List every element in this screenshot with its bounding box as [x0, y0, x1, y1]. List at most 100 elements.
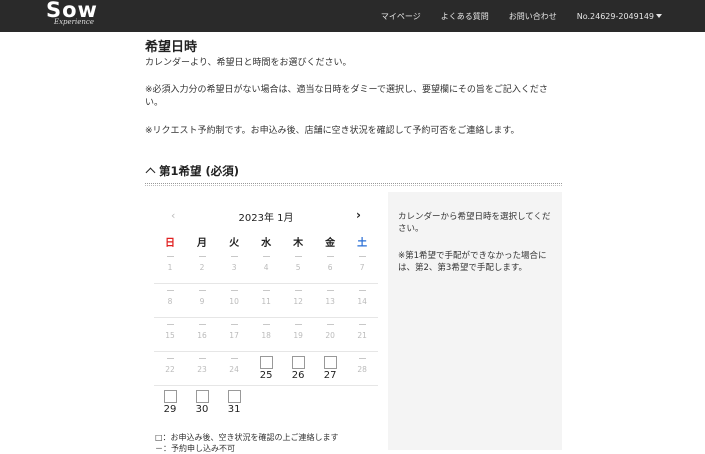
- calendar-day-unavailable: 2: [186, 250, 219, 284]
- divider: [145, 185, 562, 186]
- day-number: 9: [199, 297, 205, 306]
- day-number: 25: [259, 370, 273, 381]
- day-number: 24: [229, 365, 239, 374]
- nav-contact[interactable]: お問い合わせ: [509, 11, 557, 22]
- unavailable-dash: [198, 358, 206, 359]
- calendar-day-unavailable: 22: [154, 351, 187, 386]
- instruction-text-1: カレンダーより、希望日と時間をお選びください。: [145, 58, 352, 68]
- calendar-day-available[interactable]: 30: [186, 386, 218, 420]
- unavailable-dash: [262, 256, 270, 257]
- day-number: 1: [167, 263, 173, 272]
- day-checkbox[interactable]: [195, 390, 209, 403]
- day-number: 2: [199, 263, 205, 272]
- day-number: 13: [325, 297, 335, 306]
- nav-faq[interactable]: よくある質問: [441, 11, 489, 22]
- calendar-day-available[interactable]: 29: [154, 386, 186, 420]
- day-number: 6: [327, 263, 333, 272]
- chevron-up-icon: [145, 167, 156, 178]
- day-number: 19: [293, 331, 303, 340]
- day-number: 11: [261, 297, 271, 306]
- unavailable-dash: [166, 256, 174, 257]
- calendar-day-unavailable: 12: [282, 283, 315, 318]
- day-number: 20: [325, 331, 335, 340]
- empty-cell: [314, 386, 346, 420]
- header-nav: マイページ よくある質問 お問い合わせ No.24629-2049149: [361, 0, 662, 32]
- day-checkbox[interactable]: [259, 356, 273, 369]
- calendar-day-unavailable: 13: [314, 283, 347, 318]
- day-number: 16: [197, 331, 207, 340]
- unavailable-dash: [358, 256, 366, 257]
- calendar-day-unavailable: 14: [346, 283, 378, 318]
- calendar-day-available[interactable]: 26: [282, 351, 315, 386]
- calendar-day-available[interactable]: 31: [218, 386, 250, 420]
- unavailable-dash: [230, 358, 238, 359]
- help-text-1: カレンダーから希望日時を選択してください。: [398, 212, 551, 234]
- day-checkbox[interactable]: [323, 356, 337, 369]
- day-number: 21: [357, 331, 367, 340]
- calendar-day-unavailable: 11: [250, 283, 283, 318]
- unavailable-dash: [166, 358, 174, 359]
- day-number: 12: [293, 297, 303, 306]
- nav-mypage[interactable]: マイページ: [381, 11, 421, 22]
- unavailable-dash: [358, 324, 366, 325]
- unavailable-dash: [294, 290, 302, 291]
- calendar-day-unavailable: 7: [346, 250, 378, 284]
- calendar-day-unavailable: 1: [154, 250, 187, 284]
- weekday-header: 土: [357, 237, 368, 249]
- calendar-help-panel: カレンダーから希望日時を選択してください。 ※第1希望で手配ができなかった場合に…: [388, 192, 562, 450]
- empty-cell: [250, 386, 282, 420]
- next-month-button[interactable]: ›: [356, 208, 361, 222]
- unavailable-dash: [198, 256, 206, 257]
- calendar-day-unavailable: 6: [314, 250, 347, 284]
- top-navbar: Sow Experience マイページ よくある質問 お問い合わせ No.24…: [0, 0, 705, 32]
- weekday-header: 日: [165, 237, 176, 249]
- unavailable-dash: [326, 324, 334, 325]
- day-checkbox[interactable]: [291, 356, 305, 369]
- calendar-day-unavailable: 4: [250, 250, 283, 284]
- unavailable-dash: [166, 324, 174, 325]
- day-number: 15: [165, 331, 175, 340]
- calendar-day-available[interactable]: 25: [250, 351, 283, 386]
- account-menu[interactable]: No.24629-2049149: [577, 12, 662, 21]
- sow-logo[interactable]: Sow Experience: [46, 0, 106, 32]
- day-number: 7: [359, 263, 365, 272]
- weekday-header: 月: [197, 237, 208, 249]
- caret-down-icon: [656, 14, 662, 18]
- day-number: 18: [261, 331, 271, 340]
- day-checkbox[interactable]: [163, 390, 177, 403]
- account-number: No.24629-2049149: [576, 11, 654, 21]
- calendar-day-unavailable: 21: [346, 317, 378, 352]
- day-number: 22: [165, 365, 175, 374]
- legend-available: □：お申込み後、空き状況を確認の上ご連絡します: [155, 433, 339, 442]
- calendar-day-unavailable: 9: [186, 283, 219, 318]
- first-choice-section-toggle[interactable]: 第1希望 (必須): [145, 163, 239, 179]
- help-text-2: ※第1希望で手配ができなかった場合には、第2、第3希望で手配します。: [398, 251, 547, 273]
- day-number: 17: [229, 331, 239, 340]
- calendar-week-row: 22 23 24 25 26 27 28: [154, 351, 378, 386]
- unavailable-dash: [198, 324, 206, 325]
- day-number: 8: [167, 297, 173, 306]
- calendar-day-unavailable: 16: [186, 317, 219, 352]
- calendar-day-unavailable: 19: [282, 317, 315, 352]
- day-number: 30: [195, 404, 209, 415]
- unavailable-dash: [294, 324, 302, 325]
- calendar-day-unavailable: 8: [154, 283, 187, 318]
- legend-unavailable: －：予約申し込み不可: [155, 444, 235, 453]
- calendar-week-row: 29 30 31: [154, 386, 378, 420]
- calendar: ‹ 2023年 1月 › 日月火水木金土 1 2 3 4 5 6 7 8 9 10 11 12 13 14…: [145, 192, 378, 453]
- day-number: 28: [357, 365, 367, 374]
- calendar-day-available[interactable]: 27: [314, 351, 347, 386]
- calendar-day-unavailable: 10: [218, 283, 251, 318]
- unavailable-dash: [358, 358, 366, 359]
- day-number: 3: [231, 263, 237, 272]
- day-number: 23: [197, 365, 207, 374]
- calendar-day-unavailable: 23: [186, 351, 219, 386]
- unavailable-dash: [294, 256, 302, 257]
- day-number: 10: [229, 297, 239, 306]
- calendar-header: ‹ 2023年 1月 ›: [145, 208, 378, 224]
- calendar-day-unavailable: 15: [154, 317, 187, 352]
- day-checkbox[interactable]: [227, 390, 241, 403]
- unavailable-dash: [198, 290, 206, 291]
- calendar-week-row: 8 9 10 11 12 13 14: [154, 283, 378, 318]
- unavailable-dash: [230, 324, 238, 325]
